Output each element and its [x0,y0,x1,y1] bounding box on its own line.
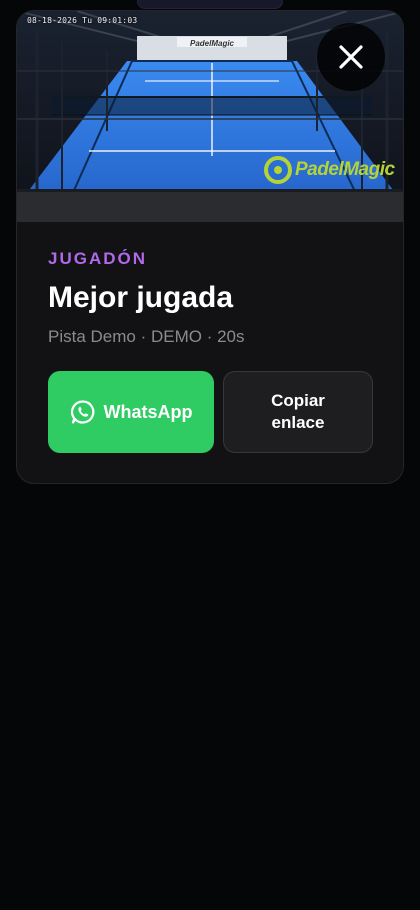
clip-title: Mejor jugada [48,281,234,314]
whatsapp-icon [70,400,94,424]
copy-link-label: Copiar enlace [271,391,325,432]
court-banner: PadelMagic [190,39,235,48]
padelmagic-logo-text: PadelMagic [295,159,395,180]
copy-link-button[interactable]: Copiar enlace [223,371,373,453]
share-whatsapp-button[interactable]: WhatsApp [48,371,214,453]
whatsapp-label: WhatsApp [103,401,193,422]
padelmagic-logo: PadelMagic [264,154,395,186]
share-card: PadelMagic 08-18-2026 Tu 09:01:03 PadelM… [16,10,404,484]
clip-meta: Pista Demo · DEMO · 20s [48,327,245,346]
padelmagic-logo-icon [264,156,292,184]
top-handle [137,0,283,9]
clip-category: JUGADÓN [48,249,148,268]
camera-timestamp: 08-18-2026 Tu 09:01:03 [27,16,138,25]
close-icon [339,45,363,69]
close-button[interactable] [317,23,385,91]
